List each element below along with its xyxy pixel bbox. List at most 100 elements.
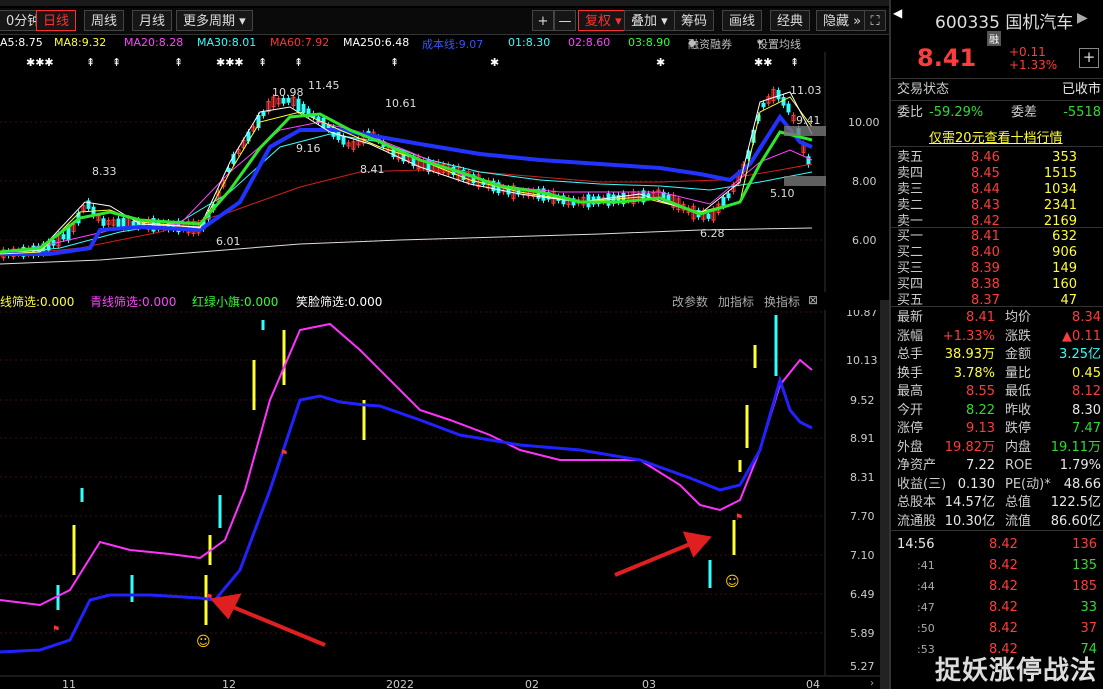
divider (891, 530, 1103, 531)
add-indicator-button[interactable]: 加指标 (718, 293, 754, 310)
stat-label: 总手 (897, 347, 924, 362)
flag-marker: ⚑ (205, 593, 213, 603)
indicator-chart[interactable]: ⚑ ⚑ ⚑ ⚑ ☺ ☺ 10.87 10.13 9.52 8.91 8.31 7… (0, 310, 880, 689)
price-annotation: 5.10 (770, 187, 795, 200)
stat-value: 19.11万 (1050, 439, 1101, 455)
classic-button[interactable]: 经典 (770, 10, 811, 31)
x-label: 2022 (386, 678, 414, 689)
smiley-icon: ☺ (725, 574, 740, 590)
tick-time: 14:56 (897, 537, 935, 552)
stat-label: 收益(三) (897, 476, 947, 492)
stat-value: 8.34 (1072, 310, 1101, 325)
line02-value: 02:8.60 (568, 36, 611, 49)
stat-value: ▲0.11 (1062, 328, 1101, 344)
panel-scrollbar[interactable] (880, 300, 889, 689)
close-icon[interactable]: ⊠ (808, 293, 818, 307)
candle-body (101, 218, 106, 226)
margin-badge: 融 (987, 31, 1001, 46)
price-annotation: 6.28 (700, 227, 725, 240)
price-highlight-box (784, 176, 826, 186)
chevron-down-icon: ▾ (615, 14, 622, 29)
stat-value: +1.33% (942, 328, 995, 344)
price-annotation: 10.98 (272, 86, 304, 99)
zoom-in-button[interactable]: + (532, 10, 554, 31)
y-tick: 10.00 (848, 116, 880, 129)
candle-body (706, 213, 711, 219)
candlestick-chart[interactable]: 8.33 11.45 10.98 10.61 9.16 8.41 6.01 11… (0, 52, 880, 292)
chevron-down-icon: ▾ (757, 36, 763, 49)
stat-label: 净资产 (897, 458, 937, 473)
tick-price: 8.42 (989, 579, 1018, 594)
stat-value: 8.22 (966, 402, 995, 418)
stat-value: 48.66 (1063, 476, 1101, 492)
overlay-button[interactable]: 叠加 ▾ (624, 10, 675, 31)
expand-icon[interactable]: ⛶ (864, 10, 886, 31)
stat-label: 金额 (1005, 347, 1032, 362)
scroll-right-icon[interactable]: › (870, 678, 874, 689)
candle-body (226, 167, 231, 173)
hide-label: 隐藏 (823, 14, 850, 29)
flag-marker: ⚑ (280, 449, 288, 459)
tick-time: :50 (917, 622, 935, 635)
candle-body (341, 135, 346, 145)
cyan-filter-value: 青线筛选:0.000 (90, 295, 177, 309)
add-watchlist-button[interactable]: + (1079, 48, 1099, 68)
stat-row: 净资产 7.22 ROE 1.79% (897, 457, 1101, 475)
ma60-value: MA60:7.92 (270, 36, 330, 49)
draw-line-button[interactable]: 画线 (722, 10, 763, 31)
stat-value: 1.79% (1059, 458, 1101, 473)
tick-time: :47 (917, 601, 935, 614)
stat-value: 7.47 (1072, 421, 1101, 436)
hide-button[interactable]: 隐藏 » (816, 10, 869, 31)
stat-row: 今开 8.22 昨收 8.30 (897, 402, 1101, 420)
tick-time: :41 (917, 559, 935, 572)
stat-row: 外盘 19.82万 内盘 19.11万 (897, 439, 1101, 457)
change-params-button[interactable]: 改参数 (672, 293, 708, 310)
stat-label: 流通股 (897, 513, 937, 529)
tick-volume: 185 (1072, 579, 1097, 594)
tab-more-periods[interactable]: 更多周期 ▾ (176, 10, 253, 31)
star-marker: ✱ (656, 56, 665, 69)
tab-weekly[interactable]: 周线 (84, 10, 125, 31)
stat-row: 总手 38.93万 金额 3.25亿 (897, 346, 1101, 364)
price-annotation: 9.41 (796, 114, 821, 127)
stock-header: 600335 国机汽车 (935, 8, 1073, 33)
y-tick: 6.00 (852, 234, 877, 247)
stat-value: 7.22 (966, 458, 995, 473)
tick-volume: 33 (1080, 600, 1097, 615)
back-icon[interactable]: ◀ (893, 6, 902, 20)
price-annotation: 10.61 (385, 97, 417, 110)
stat-value: 8.12 (1072, 384, 1101, 399)
y-tick: 10.87 (846, 310, 878, 319)
x-label: 03 (642, 678, 656, 689)
stat-label: 量比 (1005, 365, 1032, 381)
forward-icon[interactable]: ▶ (1077, 10, 1088, 26)
tab-daily[interactable]: 日线 (36, 10, 77, 31)
price-annotation: 11.03 (790, 84, 822, 97)
y-tick: 8.00 (852, 175, 877, 188)
restore-rights-button[interactable]: 复权 ▾ (578, 10, 629, 31)
zoom-out-button[interactable]: — (554, 10, 576, 31)
stat-value: 0.130 (957, 476, 995, 492)
chips-button[interactable]: 筹码 (674, 10, 715, 31)
level10-link[interactable]: 仅需20元查看十档行情 (929, 127, 1063, 146)
y-tick: 7.70 (850, 510, 875, 523)
bid-row[interactable]: 买五 8.37 47 (897, 292, 1101, 310)
line01-value: 01:8.30 (508, 36, 551, 49)
stat-row: 涨幅 +1.33% 涨跌 ▲0.11 (897, 328, 1101, 346)
star-marker: ✱✱✱ (216, 56, 244, 69)
tick-price: 8.42 (989, 537, 1018, 552)
smiley-icon: ☺ (196, 634, 211, 650)
x-label: 02 (525, 678, 539, 689)
swap-indicator-button[interactable]: 换指标 (764, 293, 800, 310)
wei-bi-label: 委比 (897, 105, 924, 120)
bid-label: 买五 (897, 293, 924, 308)
tab-monthly[interactable]: 月线 (132, 10, 173, 31)
tick-volume: 136 (1072, 537, 1097, 552)
candle-body (776, 89, 781, 100)
tick-volume: 37 (1080, 621, 1097, 636)
y-tick: 8.31 (850, 471, 875, 484)
stat-row: 换手 3.78% 量比 0.45 (897, 365, 1101, 383)
ma250-value: MA250:6.48 (343, 36, 410, 49)
red-arrow-icon (227, 603, 326, 647)
